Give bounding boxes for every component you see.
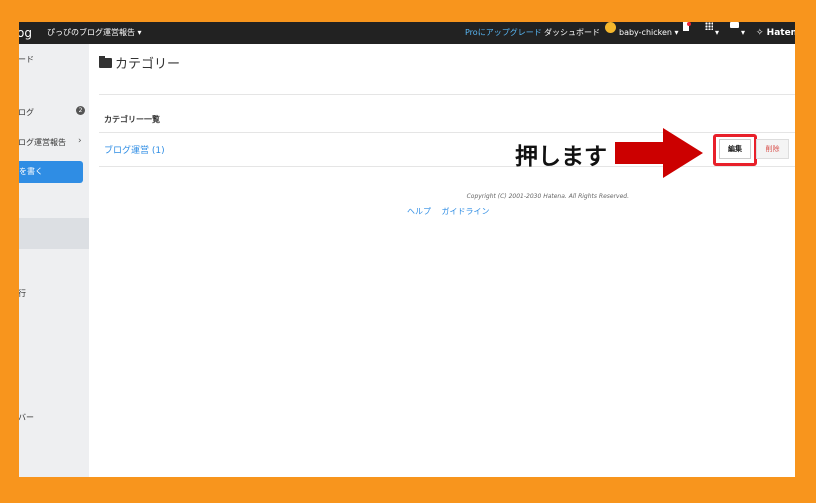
copyright: Copyright (C) 2001-2030 Hatena. All Righ… — [466, 193, 629, 200]
guideline-link[interactable]: ガイドライン — [442, 207, 490, 216]
category-link[interactable]: ブログ運営 (1) — [104, 143, 165, 156]
hatena-blog-logo[interactable]: og — [19, 22, 32, 44]
sidebar-item-settings[interactable]: 行 — [19, 288, 26, 299]
page-title: カテゴリー — [115, 57, 181, 72]
chevron-down-icon[interactable]: ▾ — [715, 22, 719, 44]
folder-icon — [99, 56, 112, 68]
count-badge: 2 — [76, 106, 85, 115]
annotation-arrow-icon — [615, 128, 703, 178]
edit-button[interactable]: 編集 — [719, 139, 751, 159]
pro-upgrade-link[interactable]: Proにアップグレード — [465, 22, 542, 44]
blog-selector[interactable]: ぴっぴのブログ運営報告 ▾ — [47, 22, 142, 44]
sidebar-item-blog-report[interactable]: ログ運営報告 — [19, 137, 66, 148]
footer-links: ヘルプ ガイドライン — [407, 206, 498, 217]
write-article-button[interactable]: を書く — [19, 161, 83, 183]
browser-frame: og ぴっぴのブログ運営報告 ▾ Proにアップグレード ダッシュボード bab… — [19, 22, 795, 477]
notification-dot — [687, 22, 691, 26]
hatena-logo[interactable]: ✧ Hatena — [756, 22, 795, 44]
sidebar-item-blog[interactable]: ログ — [19, 107, 34, 118]
message-icon[interactable] — [730, 22, 739, 28]
apps-grid-icon[interactable] — [705, 22, 713, 30]
chevron-right-icon[interactable]: › — [78, 136, 82, 146]
help-link[interactable]: ヘルプ — [407, 207, 431, 216]
avatar[interactable] — [605, 22, 616, 33]
panel-heading: カテゴリー一覧 — [104, 115, 160, 124]
top-navbar: og ぴっぴのブログ運営報告 ▾ Proにアップグレード ダッシュボード bab… — [19, 22, 795, 44]
dashboard-link[interactable]: ダッシュボード — [544, 22, 600, 44]
annotation-label: 押します — [515, 144, 607, 170]
chevron-down-icon[interactable]: ▾ — [741, 22, 745, 44]
sidebar-item-member[interactable]: バー — [19, 412, 34, 423]
delete-button[interactable]: 削除 — [756, 139, 789, 159]
user-menu[interactable]: baby-chicken ▾ — [619, 22, 679, 44]
main-content: カテゴリー カテゴリー一覧 ブログ運営 (1) 押します 編集 削除 Copyr… — [89, 44, 795, 477]
sidebar: ード ログ 2 ログ運営報告 › を書く 行 バー — [19, 44, 89, 477]
sidebar-item-dashboard[interactable]: ード — [19, 54, 34, 65]
sidebar-item-active[interactable] — [19, 218, 89, 249]
divider — [99, 94, 795, 95]
